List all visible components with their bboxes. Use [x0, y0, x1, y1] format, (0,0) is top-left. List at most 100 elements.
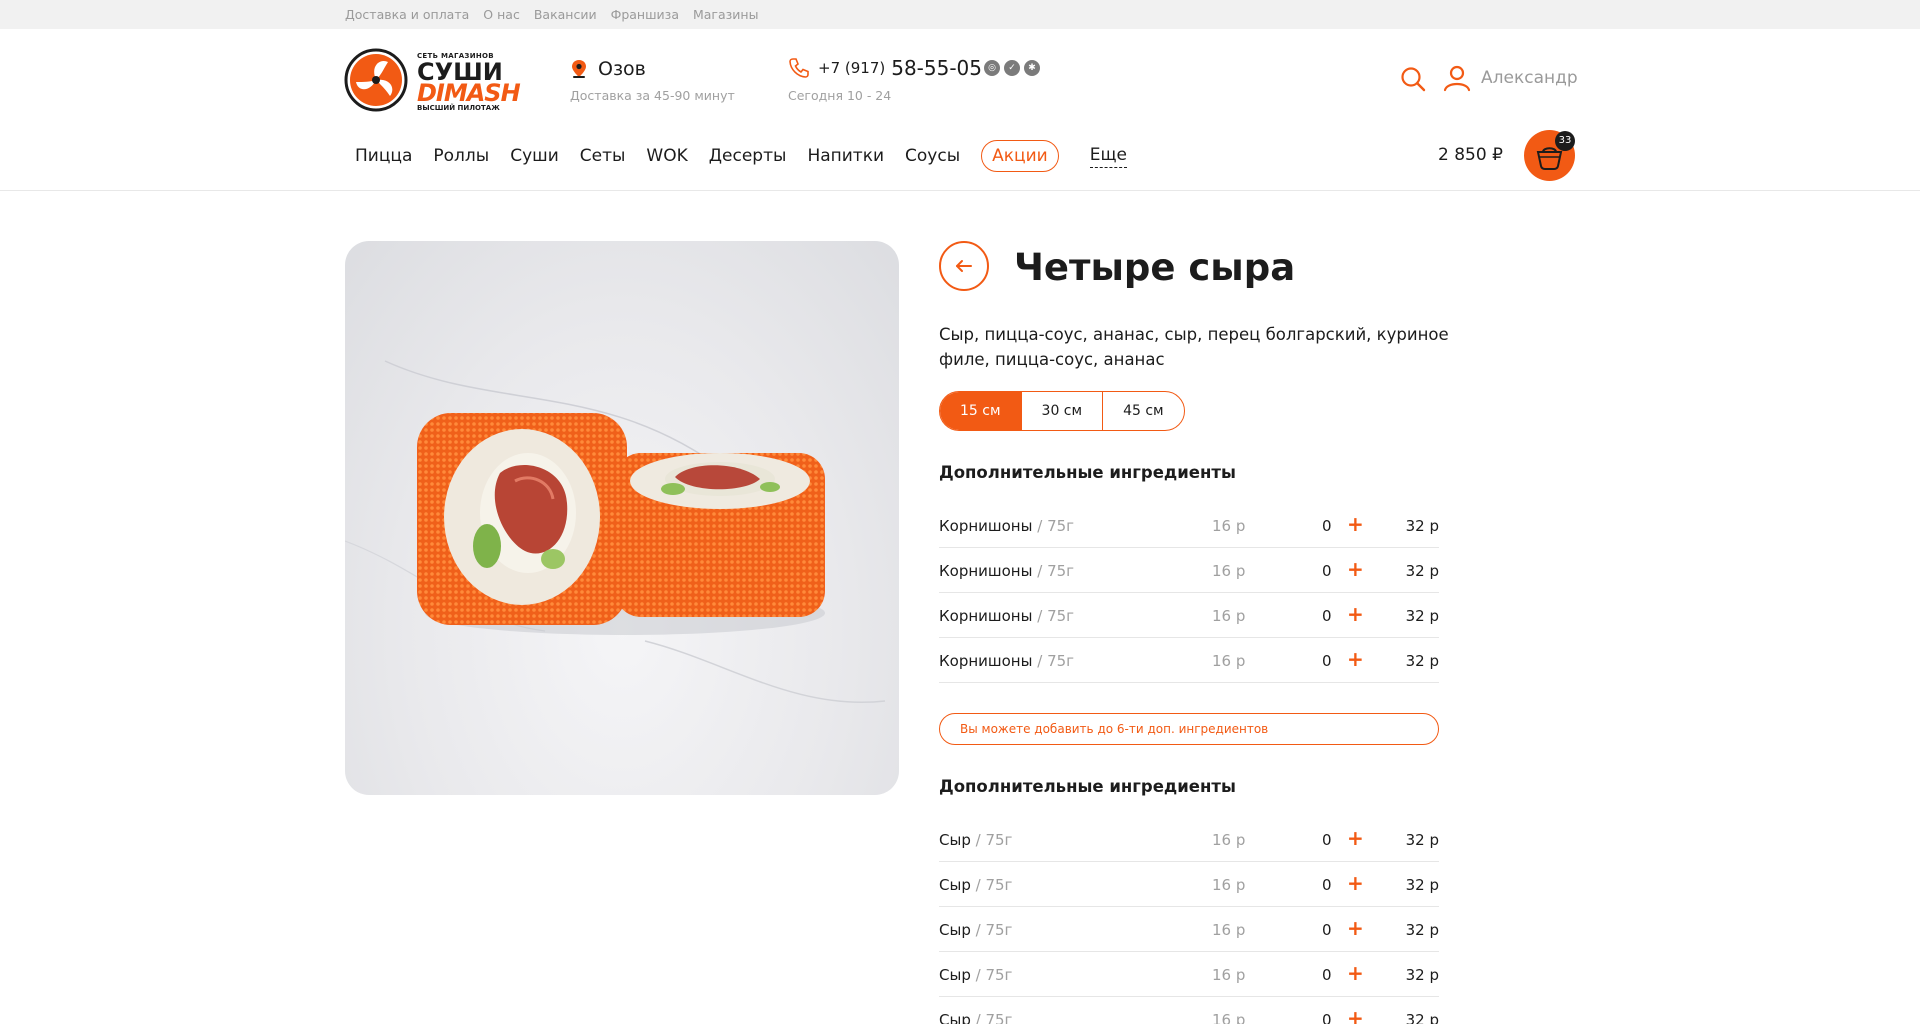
- ingredient-total: 32 р: [1405, 562, 1439, 580]
- size-option-45[interactable]: 45 см: [1102, 392, 1184, 430]
- city-selector[interactable]: Озов Доставка за 45-90 минут: [570, 58, 735, 103]
- phone-prefix[interactable]: +7 (917): [818, 59, 885, 77]
- ingredient-name: Корнишоны: [939, 562, 1033, 580]
- back-button[interactable]: [939, 241, 989, 291]
- ingredient-price: 16 р: [1212, 517, 1246, 535]
- ingredient-qty: 0: [1322, 1011, 1332, 1024]
- ingredient-total: 32 р: [1405, 1011, 1439, 1024]
- ingredient-price: 16 р: [1212, 876, 1246, 894]
- phone-number[interactable]: 58-55-05: [891, 56, 982, 80]
- arrow-left-icon: [956, 260, 972, 272]
- ingredient-name: Корнишоны: [939, 652, 1033, 670]
- ingredient-weight: / 75г: [975, 966, 1013, 984]
- ingredient-total: 32 р: [1405, 831, 1439, 849]
- add-ingredient-button[interactable]: +: [1347, 1006, 1364, 1024]
- top-links-bar: Доставка и оплата О нас Вакансии Франшиз…: [0, 0, 1920, 29]
- ingredient-qty: 0: [1322, 607, 1332, 625]
- ingredient-price: 16 р: [1212, 966, 1246, 984]
- ingredient-qty: 0: [1322, 921, 1332, 939]
- ingredients-limit-notice: Вы можете добавить до 6-ти доп. ингредие…: [939, 713, 1439, 745]
- product-title: Четыре сыра: [1014, 246, 1296, 289]
- ingredient-row: Корнишоны / 75г 16 р 0 + 32 р: [939, 503, 1439, 548]
- working-hours: Сегодня 10 - 24: [788, 88, 892, 103]
- ingredient-weight: / 75г: [1037, 562, 1075, 580]
- ingredients-list: Корнишоны / 75г 16 р 0 + 32 р Корнишоны …: [939, 503, 1439, 683]
- user-icon: [1443, 65, 1471, 92]
- phone-block: +7 (917) 58-55-05 ◎ ✓ ✱ Сегодня 10 - 24: [788, 56, 1040, 103]
- vk-icon[interactable]: ✓: [1004, 60, 1020, 76]
- product-description: Сыр, пицца-соус, ананас, сыр, перец болг…: [939, 325, 1449, 369]
- nav-item-desserts[interactable]: Десерты: [709, 146, 787, 166]
- ingredient-row: Сыр / 75г 16 р 0 + 32 р: [939, 817, 1439, 862]
- ingredient-price: 16 р: [1212, 652, 1246, 670]
- size-option-15[interactable]: 15 см: [940, 392, 1021, 430]
- search-icon[interactable]: [1400, 66, 1426, 92]
- ingredient-row: Корнишоны / 75г 16 р 0 + 32 р: [939, 593, 1439, 638]
- ingredient-weight: / 75г: [975, 1011, 1013, 1024]
- ingredient-price: 16 р: [1212, 607, 1246, 625]
- ingredient-weight: / 75г: [1037, 652, 1075, 670]
- nav-item-rolls[interactable]: Роллы: [433, 146, 489, 166]
- nav-item-sushi[interactable]: Суши: [510, 146, 559, 166]
- ingredient-name: Сыр: [939, 1011, 971, 1024]
- ingredient-qty: 0: [1322, 517, 1332, 535]
- add-ingredient-button[interactable]: +: [1347, 871, 1364, 895]
- add-ingredient-button[interactable]: +: [1347, 961, 1364, 985]
- location-pin-icon: [572, 60, 586, 78]
- top-link-delivery[interactable]: Доставка и оплата: [345, 7, 469, 22]
- top-link-stores[interactable]: Магазины: [693, 7, 759, 22]
- city-name: Озов: [598, 58, 646, 80]
- add-ingredient-button[interactable]: +: [1347, 647, 1364, 671]
- ingredient-name: Корнишоны: [939, 607, 1033, 625]
- cart-sum[interactable]: 2 850 ₽: [1438, 145, 1503, 165]
- ingredient-total: 32 р: [1405, 921, 1439, 939]
- top-link-franchise[interactable]: Франшиза: [611, 7, 679, 22]
- add-ingredient-button[interactable]: +: [1347, 602, 1364, 626]
- ingredient-price: 16 р: [1212, 831, 1246, 849]
- size-option-30[interactable]: 30 см: [1020, 392, 1103, 430]
- nav-item-wok[interactable]: WOK: [646, 146, 687, 166]
- ingredient-weight: / 75г: [975, 921, 1013, 939]
- user-account[interactable]: Александр: [1443, 64, 1578, 92]
- top-link-about[interactable]: О нас: [483, 7, 520, 22]
- nav-item-drinks[interactable]: Напитки: [807, 146, 884, 166]
- ingredient-name: Корнишоны: [939, 517, 1033, 535]
- social-icon[interactable]: ✱: [1024, 60, 1040, 76]
- ingredient-weight: / 75г: [975, 876, 1013, 894]
- add-ingredient-button[interactable]: +: [1347, 557, 1364, 581]
- ingredient-row: Сыр / 75г 16 р 0 + 32 р: [939, 952, 1439, 997]
- sushi-rolls-image: [345, 360, 886, 703]
- main-nav: Пицца Роллы Суши Сеты WOK Десерты Напитк…: [355, 140, 1148, 172]
- ingredient-name: Сыр: [939, 831, 971, 849]
- nav-item-pizza[interactable]: Пицца: [355, 146, 412, 166]
- nav-item-promo[interactable]: Акции: [981, 140, 1059, 172]
- ingredient-price: 16 р: [1212, 562, 1246, 580]
- ingredient-price: 16 р: [1212, 1011, 1246, 1024]
- ingredient-qty: 0: [1322, 831, 1332, 849]
- add-ingredient-button[interactable]: +: [1347, 512, 1364, 536]
- nav-item-more[interactable]: Еще: [1089, 145, 1127, 168]
- product-photo: [345, 241, 899, 795]
- ingredient-name: Сыр: [939, 966, 971, 984]
- logo[interactable]: СЕТЬ МАГАЗИНОВ СУШИ DIMASH ВЫСШИЙ ПИЛОТА…: [344, 48, 534, 112]
- delivery-time: Доставка за 45-90 минут: [570, 88, 735, 103]
- top-link-vacancies[interactable]: Вакансии: [534, 7, 597, 22]
- add-ingredient-button[interactable]: +: [1347, 826, 1364, 850]
- nav-item-sets[interactable]: Сеты: [580, 146, 626, 166]
- ingredient-total: 32 р: [1405, 876, 1439, 894]
- ingredient-row: Сыр / 75г 16 р 0 + 32 р: [939, 907, 1439, 952]
- ingredients-section-title: Дополнительные ингредиенты: [939, 777, 1236, 796]
- ingredient-row: Сыр / 75г 16 р 0 + 32 р: [939, 862, 1439, 907]
- logo-emblem-icon: [344, 48, 408, 112]
- ingredients-section-title: Дополнительные ингредиенты: [939, 463, 1236, 482]
- size-selector: 15 см 30 см 45 см: [939, 391, 1185, 431]
- ingredient-row: Корнишоны / 75г 16 р 0 + 32 р: [939, 548, 1439, 593]
- header-divider: [0, 190, 1920, 191]
- ingredient-row: Сыр / 75г 16 р 0 + 32 р: [939, 997, 1439, 1024]
- nav-item-sauces[interactable]: Соусы: [905, 146, 960, 166]
- ingredients-list: Сыр / 75г 16 р 0 + 32 р Сыр / 75г 16 р 0…: [939, 817, 1439, 1024]
- phone-icon: [789, 58, 809, 78]
- instagram-icon[interactable]: ◎: [984, 60, 1000, 76]
- top-links: Доставка и оплата О нас Вакансии Франшиз…: [345, 0, 758, 29]
- add-ingredient-button[interactable]: +: [1347, 916, 1364, 940]
